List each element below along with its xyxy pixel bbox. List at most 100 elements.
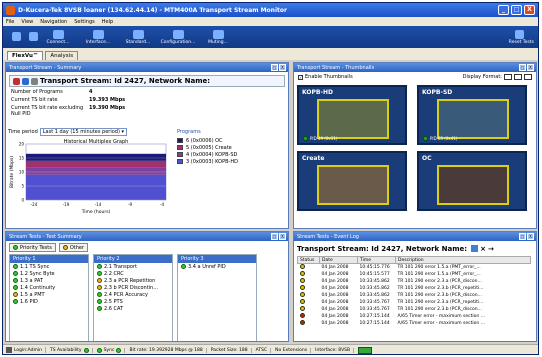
summary-key: Current TS bit rate excluding Null PID xyxy=(11,105,84,117)
program-item[interactable]: 5 (0x0005) Create xyxy=(177,144,285,151)
user-icon xyxy=(6,347,12,353)
status-text: Bit rate: 19.392928 Mbps @ 188 xyxy=(129,347,203,353)
test-item[interactable]: 2.5 PTS xyxy=(94,298,172,305)
test-item[interactable]: 1.1 TS Sync xyxy=(10,263,88,270)
test-item[interactable]: 2.1 Transport xyxy=(94,263,172,270)
table-row[interactable]: 04 Jan 2008 10:45:15.776 TR 101 290 error … xyxy=(298,264,531,272)
toolbar-home-button[interactable] xyxy=(26,32,40,42)
column-header: Priority 1 xyxy=(13,256,36,262)
test-item[interactable]: 2.3 b PCR Discontin... xyxy=(94,284,172,291)
time-period-select[interactable]: Last 1 day (15 minutes period) ▾ xyxy=(39,128,128,136)
status-icon xyxy=(299,278,305,283)
minimize-button[interactable]: _ xyxy=(498,5,509,15)
enable-thumbnails-checkbox[interactable]: ✓ xyxy=(298,74,303,80)
column-date[interactable]: Date xyxy=(319,256,358,264)
table-row[interactable]: 04 Jan 2008 10:33:45.767 TR 101 290 error … xyxy=(298,306,531,313)
tab-priority-tests[interactable]: Priority Tests xyxy=(9,243,56,252)
close-icon[interactable]: X xyxy=(527,64,534,71)
test-label: 2.3 b PCR Discontin... xyxy=(104,284,158,291)
arrow-right-icon[interactable]: → xyxy=(488,245,494,253)
column-header: Priority 2 xyxy=(97,256,120,262)
export-icon[interactable] xyxy=(471,245,479,252)
menu-file[interactable]: File xyxy=(6,19,14,25)
test-item[interactable]: 1.2 Sync Byte xyxy=(10,270,88,277)
test-label: 1.1 TS Sync xyxy=(20,263,50,270)
close-icon[interactable]: X xyxy=(527,233,534,240)
program-item[interactable]: 3 (0x0003) KOPB-HD xyxy=(177,158,285,165)
maximize-button[interactable]: □ xyxy=(511,5,522,15)
muting-button[interactable]: Muting... xyxy=(203,29,233,45)
description-cell: TR 101 290 error 2.3.b (PCR_discon... xyxy=(397,307,482,312)
thumbnail[interactable]: Create xyxy=(297,151,407,211)
test-item[interactable]: 3.4 a Unref PID xyxy=(178,263,256,270)
clear-icon[interactable]: × xyxy=(480,245,486,253)
restore-icon[interactable]: □ xyxy=(271,233,278,240)
table-row[interactable]: 04 Jan 2008 10:33:45.767 TR 101 290 error … xyxy=(298,299,531,306)
toolbar-nav-button[interactable] xyxy=(9,32,23,42)
menu-help[interactable]: Help xyxy=(102,19,113,25)
close-icon[interactable]: X xyxy=(279,64,286,71)
status-icon xyxy=(303,136,308,141)
test-label: 2.2 CRC xyxy=(104,270,124,277)
test-item[interactable]: 2.3 a PCR Repetition xyxy=(94,277,172,284)
interface-icon xyxy=(92,29,104,39)
table-row[interactable]: 04 Jan 2008 10:27:15.144 A/65 Timer error … xyxy=(298,320,531,327)
thumbnail-title: KOPB-SD xyxy=(422,89,453,96)
test-summary-header: Stream Tests - Test Summary xyxy=(9,233,82,240)
x-axis-label: Time (hours) xyxy=(81,209,111,215)
menu-navigation[interactable]: Navigation xyxy=(40,19,67,25)
status-ts-availability: TS Availability xyxy=(50,347,93,353)
table-row[interactable]: 04 Jan 2008 10:33:45.862 TR 101 290 error … xyxy=(298,292,531,299)
app-window: D-Kucera-Tek 8VSB loaner (134.62.44.14) … xyxy=(2,2,539,355)
tab-analysis[interactable]: Analysis xyxy=(45,51,79,60)
app-icon xyxy=(6,5,15,15)
thumbnail[interactable]: KOPB-SD PID 65 (0x41) xyxy=(417,85,527,145)
column-status[interactable]: Status xyxy=(297,256,320,264)
menu-view[interactable]: View xyxy=(21,19,33,25)
y-tick-label: 20 xyxy=(19,142,25,147)
test-item[interactable]: 1.5 a PMT xyxy=(10,291,88,298)
x-tick-label: -24 xyxy=(31,202,38,207)
table-row[interactable]: 04 Jan 2008 10:45:15.577 TR 101 290 error … xyxy=(298,271,531,278)
display-format-label: Display Format: xyxy=(462,74,502,80)
event-table: Status Date Time Description 04 Jan 2008… xyxy=(297,256,531,327)
table-row[interactable]: 04 Jan 2008 10:27:15.144 A/65 Timer error … xyxy=(298,313,531,320)
thumbnail[interactable]: OC xyxy=(417,151,527,211)
program-item[interactable]: 6 (0x0006) OC xyxy=(177,137,285,144)
test-item[interactable]: 2.2 CRC xyxy=(94,270,172,277)
test-item[interactable]: 2.4 PCR Accuracy xyxy=(94,291,172,298)
restore-icon[interactable]: □ xyxy=(271,64,278,71)
status-cell xyxy=(298,299,320,306)
swatch xyxy=(177,159,183,164)
standard-button[interactable]: Standard... xyxy=(123,29,153,45)
format-2x2-icon[interactable] xyxy=(514,74,522,80)
thumbnail[interactable]: KOPB-HD PID 49 (0x31) xyxy=(297,85,407,145)
table-row[interactable]: 04 Jan 2008 10:33:45.862 TR 101 290 error … xyxy=(298,278,531,285)
restore-icon[interactable]: □ xyxy=(519,233,526,240)
tab-other[interactable]: Other xyxy=(58,243,89,252)
program-item[interactable]: 4 (0x0004) KOPB-SD xyxy=(177,151,285,158)
menu-settings[interactable]: Settings xyxy=(74,19,95,25)
test-item[interactable]: 1.4 Continuity xyxy=(10,284,88,291)
reset-tests-button[interactable]: Reset Tests xyxy=(509,30,534,45)
connect-button[interactable]: Connect... xyxy=(43,29,73,45)
tab-flexvu[interactable]: FlexVu™ xyxy=(7,51,44,60)
status-icon xyxy=(97,278,102,283)
close-icon[interactable]: X xyxy=(279,233,286,240)
format-1x1-icon[interactable] xyxy=(504,74,512,80)
restore-icon[interactable]: □ xyxy=(519,64,526,71)
close-button[interactable]: X xyxy=(524,5,535,15)
interface-button[interactable]: Interface... xyxy=(83,29,113,45)
format-3x3-icon[interactable] xyxy=(524,74,532,80)
test-item[interactable]: 1.6 PID xyxy=(10,298,88,305)
date-cell: 04 Jan 2008 xyxy=(321,307,349,312)
summary-header: Transport Stream - Summary xyxy=(9,64,82,71)
y-axis-label: Bitrate (Mbps) xyxy=(9,156,15,188)
column-description[interactable]: Description xyxy=(395,256,531,264)
column-time[interactable]: Time xyxy=(357,256,396,264)
configuration-button[interactable]: Configuration... xyxy=(161,29,195,45)
menu-bar: File View Navigation Settings Help xyxy=(3,17,538,26)
test-item[interactable]: 1.3 a PAT xyxy=(10,277,88,284)
table-row[interactable]: 04 Jan 2008 10:33:45.862 TR 101 290 error … xyxy=(298,285,531,292)
test-item[interactable]: 2.6 CAT xyxy=(94,305,172,312)
